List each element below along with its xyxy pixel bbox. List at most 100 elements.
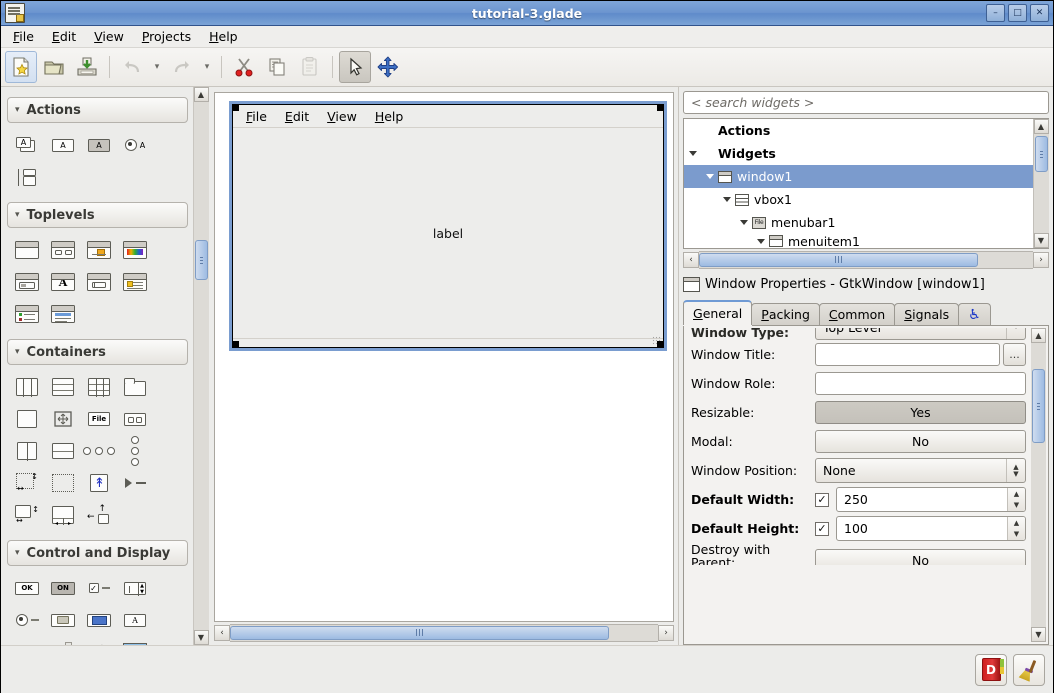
- tree-hscroll-left-button[interactable]: ‹: [683, 251, 699, 268]
- properties-scroll-up-button[interactable]: ▲: [1031, 328, 1046, 343]
- tree-row-vbox1[interactable]: vbox1: [684, 188, 1033, 211]
- selection-handle-bottom-right[interactable]: [657, 341, 664, 348]
- assistant-icon[interactable]: [9, 298, 45, 330]
- menu-projects[interactable]: Projects: [133, 27, 200, 46]
- radio-action-icon[interactable]: A: [117, 129, 153, 161]
- check-button-icon[interactable]: ✓: [81, 572, 117, 604]
- properties-scroll-thumb[interactable]: [1032, 369, 1045, 443]
- property-combo-window-type[interactable]: Top Level ▾: [815, 328, 1026, 340]
- property-combo-window-position[interactable]: None ▲ ▼: [815, 458, 1026, 483]
- chevron-down-icon[interactable]: ▾: [1006, 328, 1025, 339]
- vpaned-icon[interactable]: [45, 435, 81, 467]
- action-icon[interactable]: A: [45, 129, 81, 161]
- file-chooser-dialog-icon[interactable]: [9, 266, 45, 298]
- expander-icon[interactable]: [117, 467, 153, 499]
- close-button[interactable]: ✕: [1030, 4, 1049, 22]
- property-toggle-destroy-with-parent[interactable]: No: [815, 549, 1026, 565]
- property-toggle-resizable[interactable]: Yes: [815, 401, 1026, 424]
- event-box-icon[interactable]: ↟: [81, 467, 117, 499]
- canvas-window1[interactable]: File Edit View Help label: [229, 101, 667, 351]
- dialog-icon[interactable]: [45, 234, 81, 266]
- tree-row-menubar1[interactable]: File menubar1: [684, 211, 1033, 234]
- palette-section-containers[interactable]: ▾ Containers: [7, 339, 188, 365]
- tree-expander-window1[interactable]: [701, 174, 718, 179]
- action-group-icon[interactable]: A: [9, 129, 45, 161]
- image-icon[interactable]: [117, 636, 153, 645]
- tree-row-window1[interactable]: window1: [684, 165, 1033, 188]
- design-canvas[interactable]: File Edit View Help label: [214, 92, 674, 622]
- palette-scroll-track[interactable]: [193, 102, 209, 630]
- handlebox-icon[interactable]: [117, 403, 153, 435]
- property-input-window-role[interactable]: [815, 372, 1026, 395]
- redo-button[interactable]: [166, 51, 198, 83]
- tree-hscroll-thumb[interactable]: [699, 252, 979, 267]
- copy-button[interactable]: [261, 51, 293, 83]
- spin-arrows-default-width[interactable]: ▲ ▼: [1007, 488, 1025, 511]
- scroll-arrow-icon[interactable]: ← ↑: [81, 499, 117, 531]
- tab-common[interactable]: Common: [818, 303, 896, 325]
- canvas-menu-file[interactable]: File: [237, 108, 276, 125]
- properties-scroll-track[interactable]: [1031, 343, 1046, 627]
- canvas-scroll-thumb[interactable]: [230, 625, 609, 640]
- palette-section-toplevels[interactable]: ▾ Toplevels: [7, 202, 188, 228]
- toolbar-icon[interactable]: File: [81, 403, 117, 435]
- color-selection-dialog-icon[interactable]: [117, 234, 153, 266]
- property-spin-default-height[interactable]: 100 ▲ ▼: [836, 516, 1026, 541]
- canvas-scroll-left-button[interactable]: ‹: [214, 624, 230, 641]
- spin-button-icon[interactable]: ▲ ▼: [117, 572, 153, 604]
- property-checkbox-default-height[interactable]: ✓: [815, 521, 829, 536]
- tree-scroll-down-button[interactable]: ▼: [1033, 233, 1049, 248]
- input-dialog-icon[interactable]: [81, 266, 117, 298]
- cut-button[interactable]: [228, 51, 260, 83]
- maximize-button[interactable]: □: [1008, 4, 1027, 22]
- canvas-menu-view[interactable]: View: [318, 108, 366, 125]
- tree-expander-vbox1[interactable]: [718, 197, 735, 202]
- tab-packing[interactable]: Packing: [751, 303, 820, 325]
- tree-scroll-track[interactable]: [1033, 134, 1049, 233]
- message-dialog-icon[interactable]: [81, 234, 117, 266]
- tree-hscroll-track[interactable]: [699, 250, 1033, 269]
- tree-scroll-up-button[interactable]: ▲: [1033, 119, 1049, 134]
- file-chooser-button-icon[interactable]: [45, 604, 81, 636]
- table-icon[interactable]: [81, 371, 117, 403]
- volume-button-icon[interactable]: [81, 636, 117, 645]
- palette-section-actions[interactable]: ▾ Actions: [7, 97, 188, 123]
- menu-edit[interactable]: Edit: [43, 27, 85, 46]
- color-button-icon[interactable]: [81, 604, 117, 636]
- tree-expander-menuitem1[interactable]: [752, 238, 769, 244]
- property-row-window-position[interactable]: Window Position: None ▲ ▼: [687, 456, 1029, 485]
- property-row-default-height[interactable]: Default Height: ✓ 100 ▲ ▼: [687, 514, 1029, 543]
- canvas-menubar1[interactable]: File Edit View Help: [233, 105, 663, 128]
- widget-tree-scrollbar[interactable]: ▲ ▼: [1033, 119, 1049, 248]
- selection-handle-top-right[interactable]: [657, 104, 664, 111]
- viewport-icon[interactable]: [45, 467, 81, 499]
- property-row-modal[interactable]: Modal: No: [687, 427, 1029, 456]
- canvas-scroll-right-button[interactable]: ›: [658, 624, 674, 641]
- clear-button[interactable]: [1013, 653, 1045, 686]
- radio-button-icon[interactable]: [9, 604, 45, 636]
- link-button-icon[interactable]: label: [9, 636, 45, 645]
- vbox-icon[interactable]: [45, 371, 81, 403]
- new-button[interactable]: [5, 51, 37, 83]
- vbutton-box-icon[interactable]: [117, 435, 153, 467]
- property-row-window-role[interactable]: Window Role:: [687, 369, 1029, 398]
- property-row-resizable[interactable]: Resizable: Yes: [687, 398, 1029, 427]
- properties-scroll-down-button[interactable]: ▼: [1031, 627, 1046, 642]
- palette-section-control-and-display[interactable]: ▾ Control and Display: [7, 540, 188, 566]
- property-row-default-width[interactable]: Default Width: ✓ 250 ▲ ▼: [687, 485, 1029, 514]
- fixed-icon[interactable]: ↕ ↔: [9, 499, 45, 531]
- palette-scroll-down-button[interactable]: ▼: [193, 630, 209, 645]
- minimize-button[interactable]: –: [986, 4, 1005, 22]
- palette-scroll-thumb[interactable]: [194, 240, 208, 280]
- canvas-menu-help[interactable]: Help: [366, 108, 413, 125]
- canvas-menu-edit[interactable]: Edit: [276, 108, 318, 125]
- toggle-action-icon[interactable]: A: [81, 129, 117, 161]
- property-toggle-modal[interactable]: No: [815, 430, 1026, 453]
- selection-handle-top-left[interactable]: [232, 104, 239, 111]
- tree-row-widgets[interactable]: Widgets: [684, 142, 1033, 165]
- canvas-label1[interactable]: label: [433, 226, 463, 241]
- recent-action-icon[interactable]: [9, 161, 45, 193]
- tree-row-actions[interactable]: Actions: [684, 119, 1033, 142]
- tree-expander-widgets[interactable]: [684, 151, 701, 156]
- widget-tree-horizontal-scrollbar[interactable]: ‹ ›: [683, 250, 1049, 269]
